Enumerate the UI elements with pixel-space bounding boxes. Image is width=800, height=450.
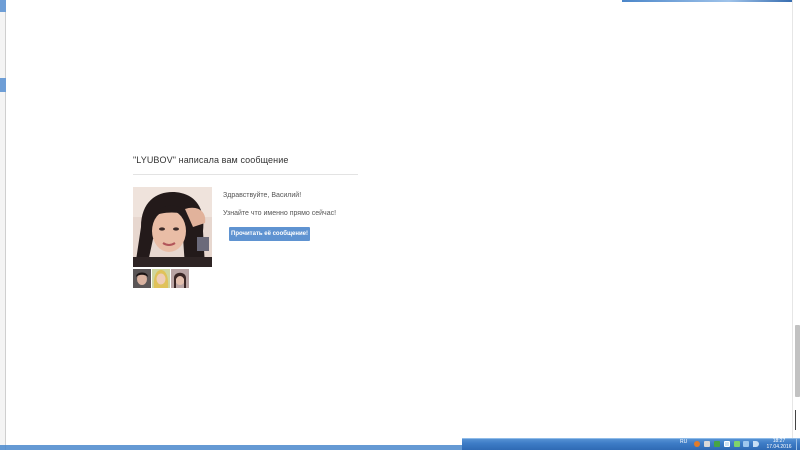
photo-thumbnail[interactable] xyxy=(152,269,170,288)
scrollbar-thumb[interactable] xyxy=(795,325,800,397)
window-tab-marker xyxy=(0,78,6,92)
sender-avatar[interactable] xyxy=(133,187,212,267)
scrollbar-down-arrow[interactable] xyxy=(795,410,800,430)
network-icon[interactable] xyxy=(743,441,749,447)
tray-app-icon[interactable] xyxy=(704,441,710,447)
divider xyxy=(133,174,358,175)
taskbar: RU 18:27 17.04.2016 xyxy=(462,438,800,450)
volume-icon[interactable] xyxy=(753,441,759,447)
clock[interactable]: 18:27 17.04.2016 xyxy=(764,438,794,450)
photo-thumbnail[interactable] xyxy=(171,269,189,288)
greeting-text: Здравствуйте, Василий! xyxy=(223,192,302,199)
tray-app-icon[interactable] xyxy=(714,441,720,447)
language-indicator[interactable]: RU xyxy=(680,439,687,445)
call-to-action-text: Узнайте что именно прямо сейчас! xyxy=(223,210,337,217)
read-message-button[interactable]: Прочитать её сообщение! xyxy=(229,227,310,241)
clock-date: 17.04.2016 xyxy=(766,444,792,450)
taskbar-left-strip xyxy=(0,445,462,450)
vertical-scrollbar[interactable] xyxy=(792,0,800,438)
background-window-edge xyxy=(0,0,6,450)
tray-app-icon[interactable] xyxy=(734,441,740,447)
tray-app-icon[interactable] xyxy=(724,441,730,447)
message-heading: "LYUBOV" написала вам сообщение xyxy=(133,155,289,165)
window-tab-marker xyxy=(0,0,6,12)
show-desktop-button[interactable] xyxy=(796,438,800,450)
desktop-screen: "LYUBOV" написала вам сообщение Здравств… xyxy=(0,0,800,450)
browser-icon[interactable] xyxy=(694,441,700,447)
photo-thumbnails xyxy=(133,269,189,288)
background-window-strip xyxy=(622,0,800,2)
photo-thumbnail[interactable] xyxy=(133,269,151,288)
